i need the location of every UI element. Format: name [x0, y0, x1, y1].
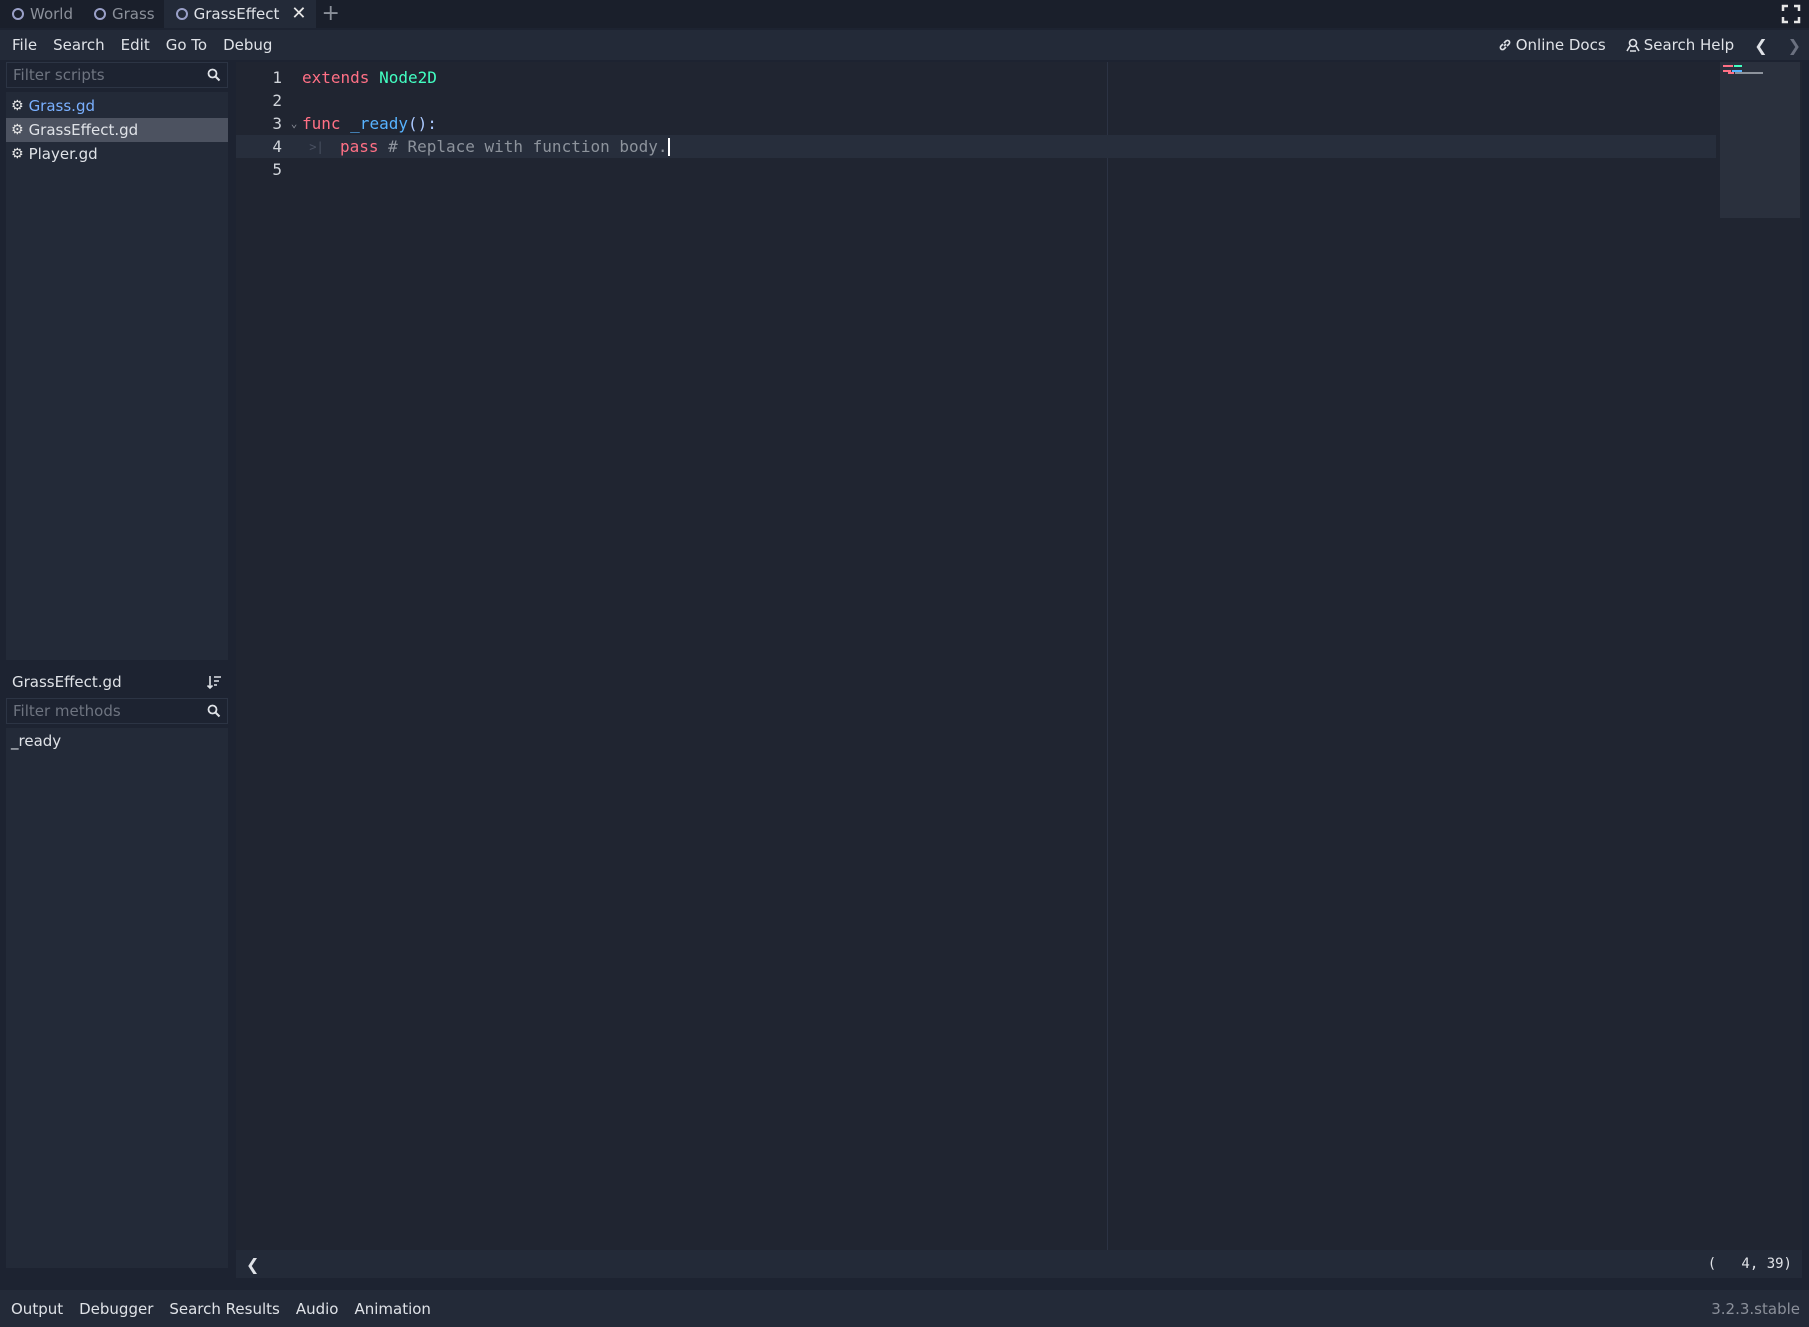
menu-right-group: Online Docs Search Help ❮ ❯: [1490, 36, 1809, 55]
script-item-grass[interactable]: ⚙ Grass.gd: [6, 94, 228, 118]
tab-output[interactable]: Output: [0, 1300, 71, 1318]
panel-divider[interactable]: [228, 62, 236, 1276]
tab-audio[interactable]: Audio: [288, 1300, 347, 1318]
online-docs-label: Online Docs: [1515, 36, 1606, 54]
script-item-player[interactable]: ⚙ Player.gd: [6, 142, 228, 166]
sort-icon[interactable]: [206, 674, 222, 690]
line-number: 3: [272, 114, 282, 133]
link-icon: [1499, 39, 1511, 51]
filter-scripts-input[interactable]: [13, 66, 193, 84]
line-number: 4: [272, 137, 282, 156]
online-docs-button[interactable]: Online Docs: [1490, 36, 1614, 54]
script-list: ⚙ Grass.gd ⚙ GrassEffect.gd ⚙ Player.gd: [6, 92, 228, 660]
script-sidebar: ⚙ Grass.gd ⚙ GrassEffect.gd ⚙ Player.gd …: [6, 62, 228, 1276]
fullscreen-icon[interactable]: [1781, 4, 1801, 24]
tab-debugger[interactable]: Debugger: [71, 1300, 161, 1318]
toggle-scripts-panel-icon[interactable]: ❮: [246, 1255, 259, 1274]
script-item-label: Grass.gd: [28, 97, 95, 115]
code-content: pass # Replace with function body.: [340, 136, 670, 157]
script-item-label: GrassEffect.gd: [28, 121, 139, 139]
filter-scripts-box: [6, 62, 228, 88]
code-line-2[interactable]: 2: [236, 89, 1716, 112]
menu-debug[interactable]: Debug: [215, 36, 280, 54]
bottom-panel-bar: Output Debugger Search Results Audio Ani…: [0, 1290, 1809, 1327]
filter-methods-input[interactable]: [13, 702, 193, 720]
code-line-4[interactable]: 4 >| pass # Replace with function body.: [236, 135, 1716, 158]
node-icon: [175, 8, 188, 20]
fold-arrow-icon[interactable]: ⌄: [286, 117, 302, 130]
scene-tab-grass[interactable]: Grass: [82, 0, 164, 28]
script-item-grasseffect[interactable]: ⚙ GrassEffect.gd: [6, 118, 228, 142]
method-item-ready[interactable]: _ready: [11, 732, 223, 756]
tab-search-results[interactable]: Search Results: [161, 1300, 287, 1318]
code-minimap[interactable]: [1720, 62, 1800, 218]
add-tab-icon[interactable]: +: [322, 3, 340, 25]
code-line-5[interactable]: 5: [236, 158, 1716, 181]
script-item-label: Player.gd: [28, 145, 98, 163]
menu-search[interactable]: Search: [45, 36, 113, 54]
code-content: func _ready():: [302, 114, 437, 133]
methods-header: GrassEffect.gd: [6, 668, 228, 696]
node-icon: [12, 8, 24, 20]
method-list: _ready: [6, 728, 228, 1268]
scene-tab-grasseffect[interactable]: GrassEffect ✕: [163, 0, 316, 28]
scene-tab-world[interactable]: World: [0, 0, 82, 28]
scene-tab-bar: World Grass GrassEffect ✕ +: [0, 0, 1809, 28]
text-caret: [667, 138, 670, 157]
filter-methods-box: [6, 698, 228, 724]
editor-status-bar: ❮ ( 4, 39): [236, 1250, 1802, 1278]
history-back-icon[interactable]: ❮: [1746, 36, 1775, 55]
search-icon: [207, 68, 221, 82]
help-search-icon: [1626, 38, 1640, 52]
code-line-3[interactable]: 3 ⌄ func _ready():: [236, 112, 1716, 135]
engine-version: 3.2.3.stable: [1711, 1299, 1800, 1318]
tab-animation[interactable]: Animation: [346, 1300, 438, 1318]
search-icon: [207, 704, 221, 718]
gear-icon: ⚙: [11, 146, 24, 162]
code-line-1[interactable]: 1 extends Node2D: [236, 66, 1716, 89]
scene-tab-label: GrassEffect: [193, 5, 280, 23]
line-number: 1: [272, 68, 282, 87]
history-forward-icon[interactable]: ❯: [1780, 36, 1809, 55]
current-script-name: GrassEffect.gd: [12, 673, 122, 691]
menu-goto[interactable]: Go To: [158, 36, 215, 54]
scene-tab-label: Grass: [112, 5, 155, 23]
menu-file[interactable]: File: [0, 36, 45, 54]
search-help-label: Search Help: [1643, 36, 1735, 54]
code-content: extends Node2D: [302, 68, 437, 87]
gear-icon: ⚙: [11, 98, 24, 114]
search-help-button[interactable]: Search Help: [1618, 36, 1743, 54]
menu-edit[interactable]: Edit: [113, 36, 158, 54]
scene-tab-label: World: [30, 5, 73, 23]
tab-indent-icon: >|: [302, 139, 324, 154]
close-icon[interactable]: ✕: [291, 5, 306, 23]
gear-icon: ⚙: [11, 122, 24, 138]
script-menu-bar: File Search Edit Go To Debug Online Docs…: [0, 30, 1809, 60]
line-number: 2: [272, 91, 282, 110]
node-icon: [94, 8, 106, 20]
line-length-guide: [1107, 62, 1108, 1250]
cursor-position: ( 4, 39): [1707, 1256, 1792, 1272]
line-number: 5: [272, 160, 282, 179]
code-editor[interactable]: 1 extends Node2D 2 3 ⌄ func _ready(): 4 …: [236, 62, 1802, 1250]
